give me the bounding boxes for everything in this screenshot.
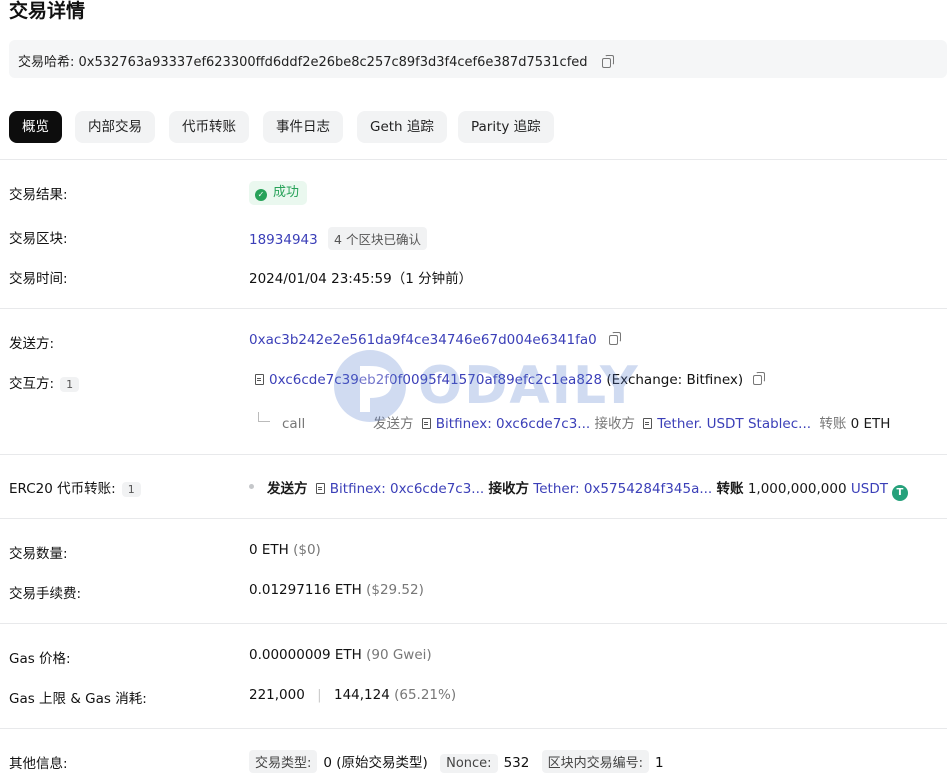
gas-price-value: 0.00000009 ETH bbox=[249, 647, 362, 663]
erc20-to-label: 接收方 bbox=[488, 481, 529, 497]
divider bbox=[0, 518, 947, 519]
amount-label: 交易数量: bbox=[9, 546, 68, 562]
amount-value: 0 ETH bbox=[249, 542, 289, 558]
gas-limit-value: 221,000 bbox=[249, 687, 305, 703]
interact-address-link[interactable]: 0xc6cde7c39eb2f0f0095f41570af89efc2c1ea8… bbox=[269, 372, 602, 388]
bullet-dot bbox=[249, 484, 254, 489]
contract-icon bbox=[421, 418, 431, 429]
nonce-value: 532 bbox=[503, 755, 530, 771]
contract-icon bbox=[315, 483, 325, 494]
contract-icon bbox=[643, 418, 653, 429]
call-type: call bbox=[282, 416, 306, 432]
status-badge: ✓ 成功 bbox=[249, 181, 308, 205]
tab-parity-trace[interactable]: Parity 追踪 bbox=[458, 111, 554, 143]
tab-token-transfers[interactable]: 代币转账 bbox=[169, 111, 249, 143]
tether-icon: T bbox=[891, 485, 908, 501]
erc20-from-link[interactable]: Bitfinex: 0xc6cde7c3... bbox=[330, 481, 484, 497]
copy-icon[interactable] bbox=[609, 332, 622, 345]
erc20-transfer-label: 转账 bbox=[716, 481, 744, 497]
divider bbox=[0, 623, 947, 624]
gas-limit-label: Gas 上限 & Gas 消耗: bbox=[9, 691, 147, 707]
result-label: 交易结果: bbox=[9, 187, 68, 203]
interact-label: 交互方: bbox=[9, 376, 55, 392]
call-branch-icon bbox=[258, 412, 270, 422]
interact-count-badge: 1 bbox=[60, 377, 80, 392]
erc20-count-badge: 1 bbox=[121, 482, 141, 497]
from-address-link[interactable]: 0xac3b242e2e561da9f4ce34746e67d004e6341f… bbox=[249, 332, 597, 348]
erc20-label: ERC20 代币转账: bbox=[9, 481, 116, 497]
tab-overview[interactable]: 概览 bbox=[9, 111, 62, 143]
call-to-link[interactable]: Tether. USDT Stablec... bbox=[657, 416, 811, 432]
tx-type-chip: 交易类型: bbox=[249, 750, 318, 773]
amount-usd: ($0) bbox=[293, 542, 321, 558]
tx-hash-label: 交易哈希: bbox=[18, 55, 75, 70]
tab-event-logs[interactable]: 事件日志 bbox=[263, 111, 343, 143]
block-label: 交易区块: bbox=[9, 231, 68, 247]
divider bbox=[0, 308, 947, 309]
tx-hash-box: 交易哈希: 0x532763a93337ef623300ffd6ddf2e26b… bbox=[9, 40, 947, 78]
fee-label: 交易手续费: bbox=[9, 586, 82, 602]
call-from-link[interactable]: Bitfinex: 0xc6cde7c3... bbox=[436, 416, 590, 432]
divider bbox=[0, 728, 947, 729]
erc20-to-link[interactable]: Tether: 0x5754284f345a... bbox=[533, 481, 712, 497]
status-text: 成功 bbox=[273, 185, 300, 200]
erc20-from-label: 发送方 bbox=[267, 481, 308, 497]
copy-icon[interactable] bbox=[601, 54, 614, 68]
position-value: 1 bbox=[655, 755, 664, 771]
copy-icon[interactable] bbox=[753, 372, 766, 385]
divider bbox=[0, 454, 947, 455]
time-value: 2024/01/04 23:45:59（1 分钟前） bbox=[249, 271, 473, 287]
other-info-label: 其他信息: bbox=[9, 756, 68, 772]
interact-tag: (Exchange: Bitfinex) bbox=[606, 372, 744, 388]
call-from-label: 发送方 bbox=[373, 416, 414, 432]
position-chip: 区块内交易编号: bbox=[541, 750, 650, 773]
erc20-token-link[interactable]: USDT bbox=[851, 481, 888, 497]
block-number-link[interactable]: 18934943 bbox=[249, 232, 318, 248]
page-title: 交易详情 bbox=[9, 0, 86, 22]
nonce-chip: Nonce: bbox=[440, 754, 498, 773]
time-label: 交易时间: bbox=[9, 271, 68, 287]
contract-icon bbox=[255, 374, 264, 385]
from-label: 发送方: bbox=[9, 336, 55, 352]
tab-geth-trace[interactable]: Geth 追踪 bbox=[357, 111, 447, 143]
gas-price-gwei: (90 Gwei) bbox=[366, 647, 432, 663]
call-transfer-value: 0 ETH bbox=[850, 416, 891, 432]
gas-price-label: Gas 价格: bbox=[9, 651, 71, 667]
check-circle-icon: ✓ bbox=[255, 189, 267, 201]
divider bbox=[0, 159, 947, 160]
confirmations-badge: 4 个区块已确认 bbox=[328, 227, 427, 250]
call-to-label: 接收方 bbox=[594, 416, 635, 432]
fee-usd: ($29.52) bbox=[366, 582, 424, 598]
tx-hash-value: 0x532763a93337ef623300ffd6ddf2e26be8c257… bbox=[78, 55, 588, 70]
erc20-amount: 1,000,000,000 bbox=[747, 481, 847, 497]
fee-value: 0.01297116 ETH bbox=[249, 582, 362, 598]
gas-separator: | bbox=[317, 687, 322, 703]
gas-used-pct: (65.21%) bbox=[394, 687, 457, 703]
call-transfer-label: 转账 bbox=[819, 416, 847, 432]
tab-internal-tx[interactable]: 内部交易 bbox=[75, 111, 155, 143]
gas-used-value: 144,124 bbox=[333, 687, 390, 703]
tx-type-value: 0 (原始交易类型) bbox=[323, 755, 428, 771]
